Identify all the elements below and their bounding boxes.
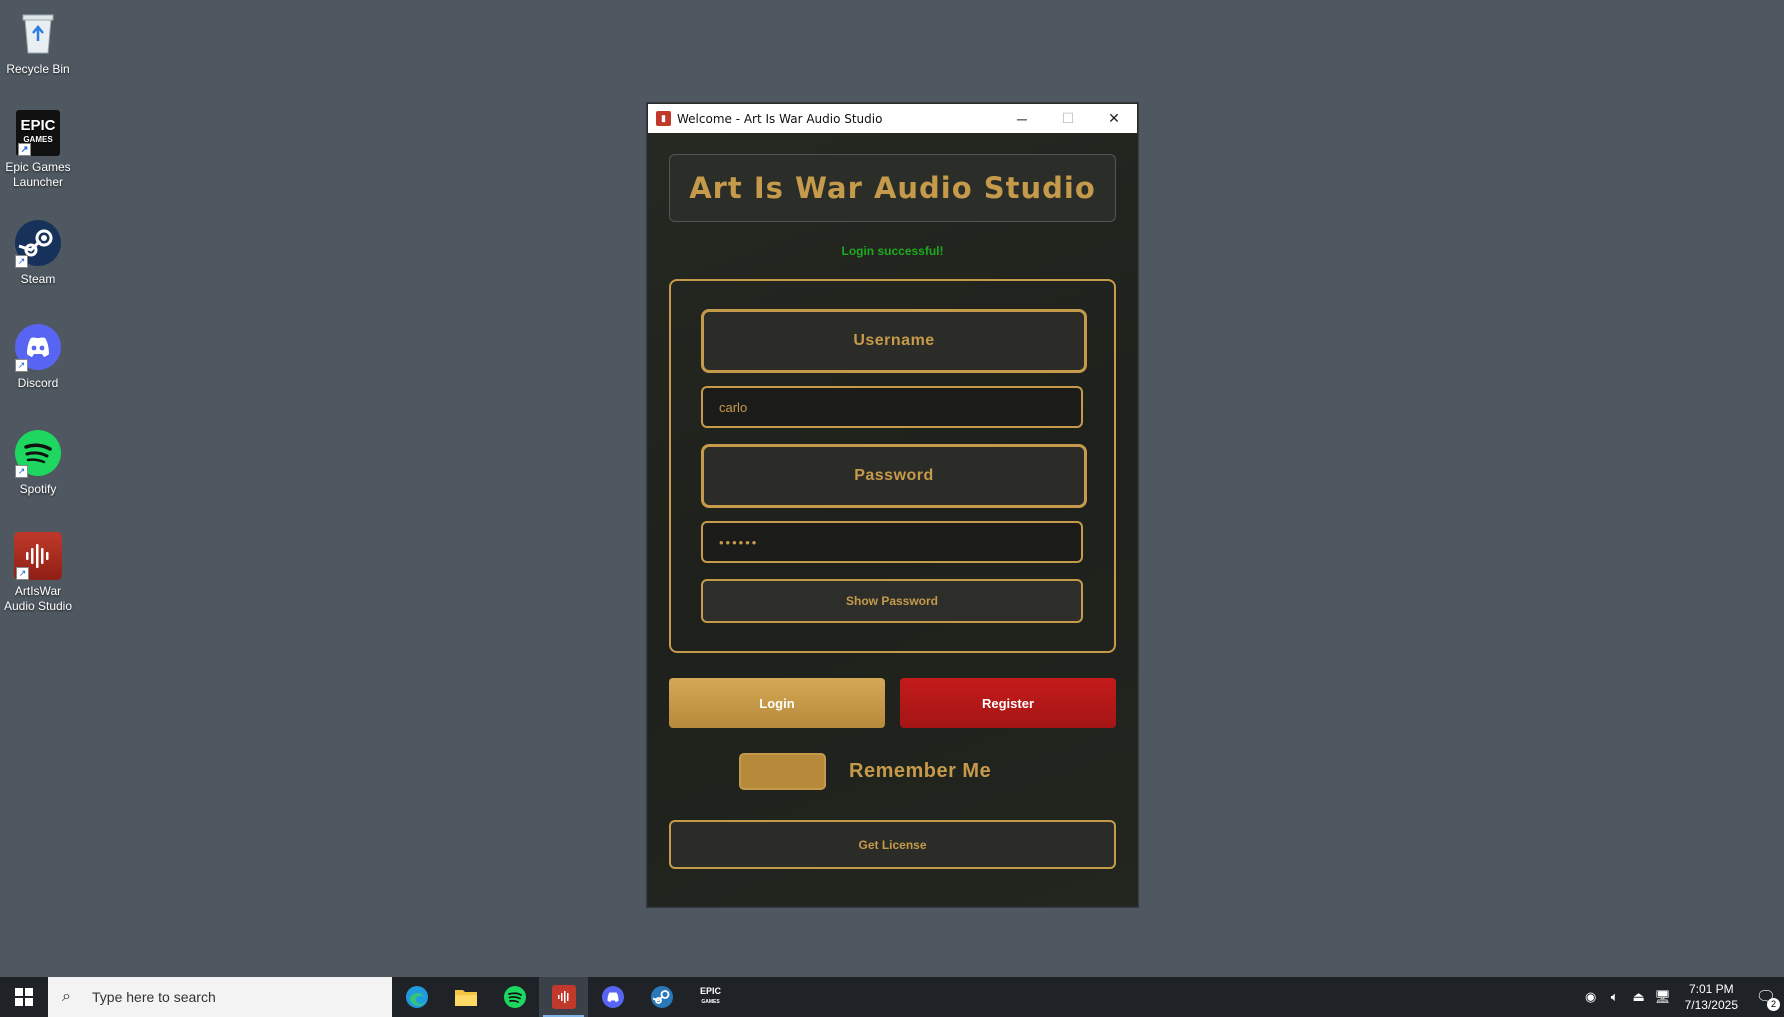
desktop-icon-spotify[interactable]: ↗ Spotify <box>0 428 76 497</box>
show-password-button[interactable]: Show Password <box>701 579 1083 623</box>
get-license-button[interactable]: Get License <box>669 820 1116 869</box>
maximize-button[interactable]: ☐ <box>1045 104 1091 133</box>
taskbar-search-box[interactable]: ⌕ Type here to search <box>48 977 392 1017</box>
shortcut-arrow-icon: ↗ <box>18 143 31 156</box>
maximize-icon: ☐ <box>1061 110 1075 126</box>
spotify-icon: ↗ <box>13 428 63 478</box>
network-icon[interactable]: 🖥︎ <box>1651 989 1675 1005</box>
clock-date: 7/13/2025 <box>1684 998 1738 1012</box>
close-icon: ✕ <box>1108 110 1120 126</box>
app-title: Art Is War Audio Studio <box>689 171 1096 205</box>
shortcut-arrow-icon: ↗ <box>16 567 29 580</box>
spotify-icon <box>503 986 526 1008</box>
desktop-icon-steam[interactable]: ↗ Steam <box>0 218 76 287</box>
username-label: Username <box>701 309 1087 373</box>
desktop-icon-label: Epic Games Launcher <box>5 160 71 189</box>
desktop-icon-label: Recycle Bin <box>6 62 70 76</box>
steam-icon: ↗ <box>13 218 63 268</box>
taskbar-app-spotify[interactable] <box>490 977 539 1017</box>
taskbar: ⌕ Type here to search EPIC GAMES ◉ 🔈︎ ⏏ 🖥… <box>0 977 1784 1017</box>
password-input[interactable]: •••••• <box>701 521 1083 563</box>
desktop-icon-recycle-bin[interactable]: Recycle Bin <box>0 8 76 77</box>
usb-icon[interactable]: ⏏ <box>1627 989 1651 1005</box>
login-form: Username carlo Password •••••• Show Pass… <box>669 279 1116 653</box>
password-label: Password <box>701 444 1087 508</box>
shortcut-arrow-icon: ↗ <box>15 359 28 372</box>
notification-center-button[interactable]: 🗨︎ 2 <box>1748 977 1784 1017</box>
color-app-icon[interactable]: ◉ <box>1579 989 1603 1005</box>
login-status-message: Login successful! <box>841 244 944 258</box>
window-content: Art Is War Audio Studio Login successful… <box>648 133 1137 906</box>
window-title: Welcome - Art Is War Audio Studio <box>677 111 883 126</box>
discord-icon <box>601 986 624 1008</box>
taskbar-app-epic-games[interactable]: EPIC GAMES <box>686 977 735 1017</box>
login-button[interactable]: Login <box>669 678 885 728</box>
system-tray: ◉ 🔈︎ ⏏ 🖥︎ 7:01 PM 7/13/2025 🗨︎ 2 <box>1579 977 1784 1017</box>
taskbar-app-artiswar[interactable] <box>539 977 588 1017</box>
close-button[interactable]: ✕ <box>1091 104 1137 133</box>
remember-me-toggle[interactable] <box>739 753 826 790</box>
desktop-icon-epic-games[interactable]: EPIC GAMES ↗ Epic Games Launcher <box>0 110 76 190</box>
desktop-icon-label: Discord <box>17 376 59 390</box>
epic-games-icon: EPIC GAMES ↗ <box>16 110 60 156</box>
taskbar-app-steam[interactable] <box>637 977 686 1017</box>
start-button[interactable] <box>0 977 48 1017</box>
discord-icon: ↗ <box>13 322 63 372</box>
taskbar-app-file-explorer[interactable] <box>441 977 490 1017</box>
volume-icon[interactable]: 🔈︎ <box>1603 989 1627 1005</box>
register-button[interactable]: Register <box>900 678 1116 728</box>
notification-count-badge: 2 <box>1767 998 1780 1011</box>
epic-games-icon: EPIC GAMES <box>699 986 721 1006</box>
desktop-icon-label: Spotify <box>19 482 57 496</box>
windows-icon <box>15 988 33 1006</box>
clock-time: 7:01 PM <box>1688 982 1734 996</box>
username-input[interactable]: carlo <box>701 386 1083 428</box>
minimize-button[interactable]: ─ <box>999 104 1045 133</box>
taskbar-app-discord[interactable] <box>588 977 637 1017</box>
taskbar-clock[interactable]: 7:01 PM 7/13/2025 <box>1685 981 1738 1013</box>
file-explorer-icon <box>454 990 477 1006</box>
search-placeholder: Type here to search <box>92 989 216 1005</box>
taskbar-app-edge[interactable] <box>392 977 441 1017</box>
shortcut-arrow-icon: ↗ <box>15 255 28 268</box>
artiswar-icon: ↗ <box>14 532 62 580</box>
desktop-icon-label: Steam <box>20 272 56 286</box>
app-icon: ▮ <box>656 111 671 126</box>
app-header: Art Is War Audio Studio <box>669 154 1116 222</box>
login-window: ▮ Welcome - Art Is War Audio Studio ─ ☐ … <box>647 103 1138 907</box>
desktop-icon-artiswar[interactable]: ↗ ArtIsWar Audio Studio <box>0 532 76 614</box>
desktop-icon-discord[interactable]: ↗ Discord <box>0 322 76 391</box>
shortcut-arrow-icon: ↗ <box>15 465 28 478</box>
minimize-icon: ─ <box>1017 110 1027 127</box>
search-icon: ⌕ <box>62 988 71 1005</box>
remember-me-label: Remember Me <box>849 760 992 782</box>
edge-icon <box>405 986 428 1008</box>
steam-icon <box>650 986 673 1008</box>
window-titlebar[interactable]: ▮ Welcome - Art Is War Audio Studio ─ ☐ … <box>648 104 1137 133</box>
desktop-icon-label: ArtIsWar Audio Studio <box>3 584 73 613</box>
artiswar-icon <box>551 985 576 1009</box>
recycle-bin-icon <box>13 8 63 58</box>
